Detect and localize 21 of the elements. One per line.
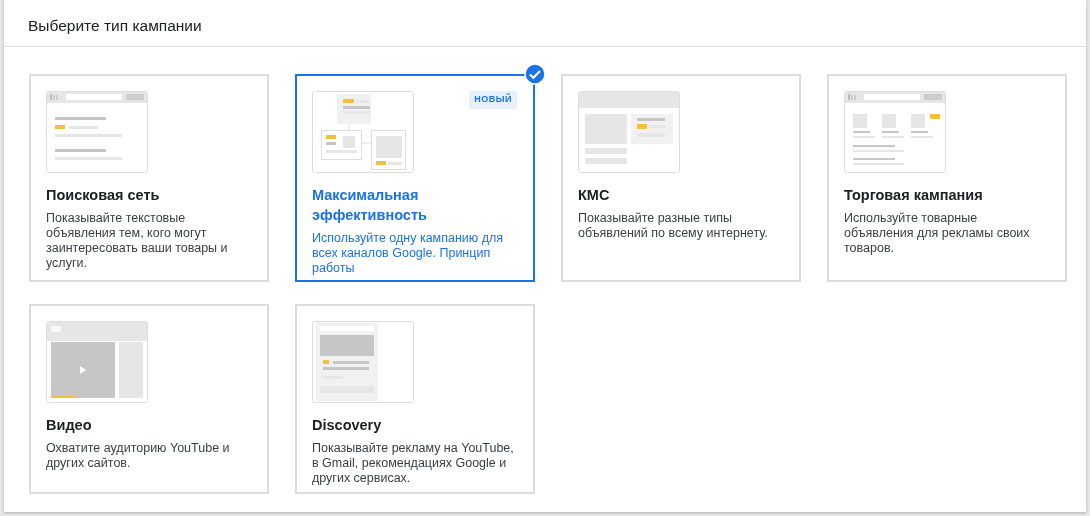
card-description: Показывайте разные типы объявлений по всему интернету. [578,211,769,241]
campaign-card[interactable]: КМС Показывайте разные типы объявлений по всему интернету. [561,74,801,282]
card-title: Поисковая сеть [46,186,161,205]
card-description: Охватите аудиторию YouTube и других сайтов. [46,441,231,471]
card-title: Discovery [312,416,383,435]
card-title: КМС [578,186,611,205]
card-title: Максимальная эффективность [312,186,428,225]
card-description: Используйте одну кампанию для всех каналов Google. Принцип работы [312,231,504,276]
card-description: Показывайте текстовые объявления тем, кого могут заинтересовать ваши товары и услуги. [46,211,229,271]
campaign-card[interactable]: НОВЫЙ Максимальная эффективность Используйте одну кампанию для всех каналов Google. Принцип работы [295,74,535,282]
card-title: Видео [46,416,93,435]
card-description: Используйте товарные объявления для рекламы своих товаров. [844,211,1031,256]
card-description: Показывайте рекламу на YouTube, в Gmail, рекомендациях Google и других сервисах. [312,441,515,486]
campaign-card[interactable]: Поисковая сеть Показывайте текстовые объявления тем, кого могут заинтересовать ваши товары и услуги. [29,74,269,282]
campaign-card[interactable]: Видео Охватите аудиторию YouTube и других сайтов. [29,304,269,494]
new-badge: НОВЫЙ [469,91,517,109]
check-icon [524,63,546,85]
card-title: Торговая кампания [844,186,984,205]
page-heading: Выберите тип кампании [4,0,1086,47]
campaign-card[interactable]: Торговая кампания Используйте товарные объявления для рекламы своих товаров. [827,74,1067,282]
campaign-card[interactable]: Discovery Показывайте рекламу на YouTube, в Gmail, рекомендациях Google и других сервисах. [295,304,535,494]
